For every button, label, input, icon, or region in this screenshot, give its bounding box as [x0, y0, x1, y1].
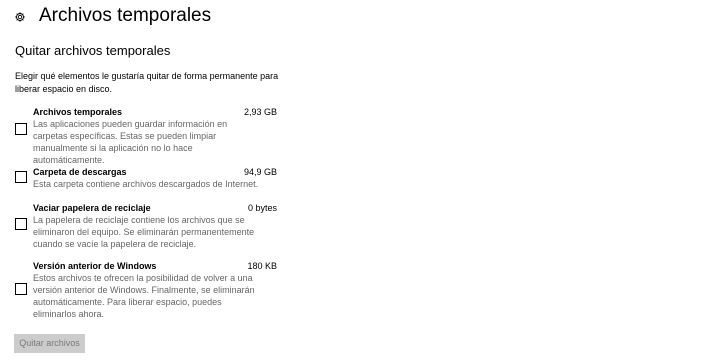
item-description: Estos archivos te ofrecen la posibilidad… — [33, 273, 255, 319]
settings-page: Archivos temporales Quitar archivos temp… — [0, 0, 720, 360]
item-size: 180 KB — [247, 261, 277, 271]
section-title: Quitar archivos temporales — [15, 43, 171, 58]
temporary-files-checkbox[interactable] — [15, 123, 27, 135]
list-item-previous-windows: Versión anterior de Windows 180 KB Estos… — [15, 260, 277, 322]
item-description: Esta carpeta contiene archivos descargad… — [33, 179, 259, 189]
remove-files-button[interactable]: Quitar archivos — [14, 334, 85, 353]
item-title: Carpeta de descargas — [33, 167, 127, 177]
page-header — [14, 4, 26, 30]
previous-windows-checkbox[interactable] — [15, 283, 27, 295]
recycle-bin-checkbox[interactable] — [15, 218, 27, 230]
section-description: Elegir qué elementos le gustaría quitar … — [15, 71, 279, 94]
item-title: Archivos temporales — [33, 107, 123, 117]
item-title: Vaciar papelera de reciclaje — [33, 203, 151, 213]
item-title: Versión anterior de Windows — [33, 261, 157, 271]
item-size: 0 bytes — [247, 203, 277, 213]
page-title: Archivos temporales — [39, 5, 212, 26]
list-item-temporary-files: Archivos temporales 2,93 GB Las aplicaci… — [15, 106, 277, 165]
item-description: La papelera de reciclaje contiene los ar… — [33, 215, 255, 249]
item-size: 2,93 GB — [243, 107, 277, 117]
item-description: Las aplicaciones pueden guardar informac… — [33, 119, 228, 165]
item-size: 94,9 GB — [243, 167, 277, 177]
list-item-recycle-bin: Vaciar papelera de reciclaje 0 bytes La … — [15, 202, 277, 252]
gear-icon — [15, 12, 25, 22]
list-item-downloads-folder: Carpeta de descargas 94,9 GB Esta carpet… — [15, 166, 277, 192]
downloads-folder-checkbox[interactable] — [15, 171, 27, 183]
